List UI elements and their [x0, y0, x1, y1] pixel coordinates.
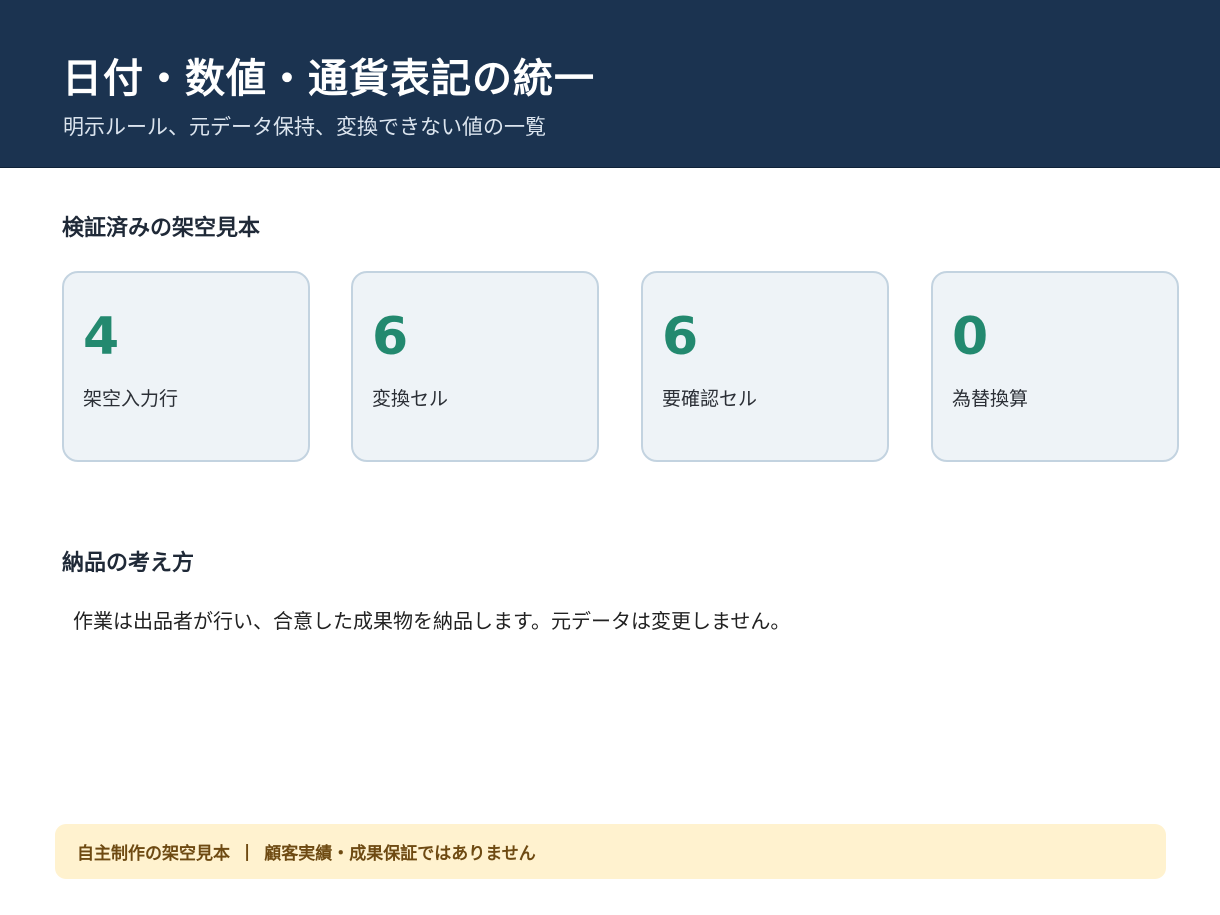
stat-label: 要確認セル	[662, 388, 758, 410]
stat-label: 為替換算	[952, 388, 1029, 410]
stat-label: 架空入力行	[83, 388, 179, 410]
delivery-description: 作業は出品者が行い、合意した成果物を納品します。元データは変更しません。	[73, 609, 791, 633]
stat-card-fx-conversion: 0 為替換算	[931, 271, 1179, 462]
disclaimer-separator: |	[244, 841, 251, 862]
stat-card-input-rows: 4 架空入力行	[62, 271, 310, 462]
disclaimer-left-text: 自主制作の架空見本	[77, 844, 230, 864]
stat-value: 0	[952, 307, 989, 367]
stat-value: 6	[372, 307, 409, 367]
delivery-section-title: 納品の考え方	[62, 551, 195, 576]
stat-value: 4	[83, 307, 120, 367]
disclaimer-right-text: 顧客実績・成果保証ではありません	[264, 844, 536, 864]
page-header: 日付・数値・通貨表記の統一 明示ルール、元データ保持、変換できない値の一覧	[0, 0, 1220, 168]
page-subtitle: 明示ルール、元データ保持、変換できない値の一覧	[63, 115, 546, 139]
disclaimer-banner: 自主制作の架空見本 | 顧客実績・成果保証ではありません	[55, 824, 1166, 879]
stat-card-converted-cells: 6 変換セル	[351, 271, 599, 462]
stat-card-review-cells: 6 要確認セル	[641, 271, 889, 462]
samples-section-title: 検証済みの架空見本	[62, 216, 261, 241]
page-title: 日付・数値・通貨表記の統一	[62, 56, 595, 102]
stat-label: 変換セル	[372, 388, 449, 410]
stat-value: 6	[662, 307, 699, 367]
